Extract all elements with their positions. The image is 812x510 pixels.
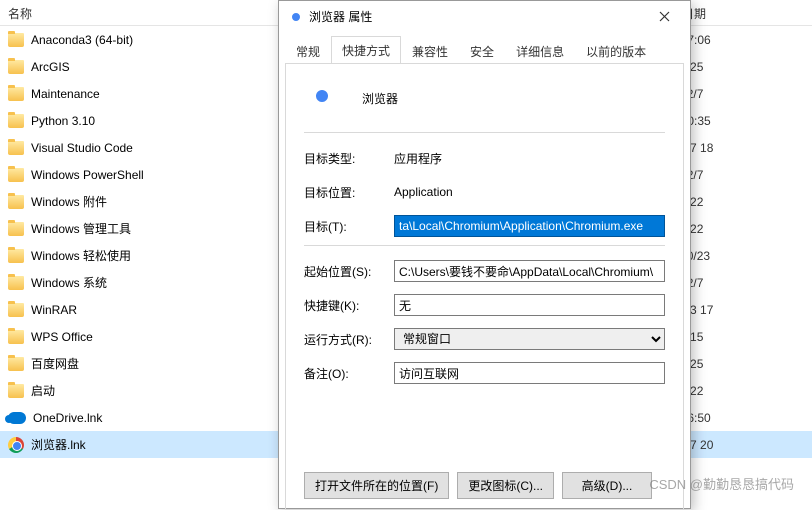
- close-icon: [659, 11, 670, 22]
- tab-安全[interactable]: 安全: [459, 37, 505, 64]
- tab-以前的版本[interactable]: 以前的版本: [575, 37, 657, 64]
- file-name: Windows 系统: [31, 274, 281, 291]
- folder-icon: [8, 276, 24, 290]
- chrome-icon: [8, 437, 24, 453]
- change-icon-button[interactable]: 更改图标(C)...: [457, 472, 554, 499]
- advanced-button[interactable]: 高级(D)...: [562, 472, 652, 499]
- label-start-in: 起始位置(S):: [304, 263, 394, 280]
- close-button[interactable]: [644, 2, 684, 30]
- app-name-input[interactable]: [358, 88, 618, 108]
- folder-icon: [8, 195, 24, 209]
- label-target-location: 目标位置:: [304, 184, 394, 201]
- folder-icon: [8, 60, 24, 74]
- folder-icon: [8, 330, 24, 344]
- select-run-mode[interactable]: 常规窗口: [394, 328, 665, 350]
- file-name: Windows 轻松使用: [31, 247, 281, 264]
- input-target[interactable]: [394, 215, 665, 237]
- file-name: Anaconda3 (64-bit): [31, 33, 281, 47]
- file-name: 启动: [31, 382, 281, 399]
- folder-icon: [8, 114, 24, 128]
- value-target-location: Application: [394, 185, 665, 199]
- tab-详细信息[interactable]: 详细信息: [505, 37, 575, 64]
- tab-兼容性[interactable]: 兼容性: [401, 37, 459, 64]
- folder-icon: [8, 222, 24, 236]
- file-name: Maintenance: [31, 87, 281, 101]
- folder-icon: [8, 249, 24, 263]
- divider: [304, 245, 665, 246]
- label-comment: 备注(O):: [304, 365, 394, 382]
- folder-icon: [8, 87, 24, 101]
- file-name: WPS Office: [31, 330, 281, 344]
- file-name: Windows PowerShell: [31, 168, 281, 182]
- folder-icon: [8, 303, 24, 317]
- tab-strip: 常规快捷方式兼容性安全详细信息以前的版本: [279, 31, 690, 63]
- input-comment[interactable]: [394, 362, 665, 384]
- tab-panel-shortcut: 目标类型: 应用程序 目标位置: Application 目标(T): 起始位置…: [285, 63, 684, 510]
- folder-icon: [8, 33, 24, 47]
- file-name: Python 3.10: [31, 114, 281, 128]
- divider: [304, 132, 665, 133]
- folder-icon: [8, 384, 24, 398]
- value-target-type: 应用程序: [394, 150, 665, 167]
- file-name: WinRAR: [31, 303, 281, 317]
- tab-快捷方式[interactable]: 快捷方式: [331, 36, 401, 64]
- dialog-app-icon: [287, 8, 303, 24]
- file-name: ArcGIS: [31, 60, 281, 74]
- folder-icon: [8, 141, 24, 155]
- file-name: 浏览器.lnk: [31, 436, 281, 453]
- properties-dialog: 浏览器 属性 常规快捷方式兼容性安全详细信息以前的版本 目标类型: 应用程序 目…: [278, 0, 691, 509]
- file-name: Visual Studio Code: [31, 141, 281, 155]
- input-start-in[interactable]: [394, 260, 665, 282]
- file-name: 百度网盘: [31, 355, 281, 372]
- dialog-title: 浏览器 属性: [309, 8, 644, 25]
- label-target-type: 目标类型:: [304, 150, 394, 167]
- label-target: 目标(T):: [304, 218, 394, 235]
- file-name: Windows 管理工具: [31, 220, 281, 237]
- app-large-icon: [308, 82, 340, 114]
- input-shortcut-key[interactable]: [394, 294, 665, 316]
- label-shortcut-key: 快捷键(K):: [304, 297, 394, 314]
- file-name: OneDrive.lnk: [33, 411, 283, 425]
- dialog-titlebar[interactable]: 浏览器 属性: [279, 1, 690, 31]
- tab-常规[interactable]: 常规: [285, 37, 331, 64]
- folder-icon: [8, 168, 24, 182]
- file-name: Windows 附件: [31, 193, 281, 210]
- label-run: 运行方式(R):: [304, 331, 394, 348]
- onedrive-icon: [8, 412, 26, 424]
- open-file-location-button[interactable]: 打开文件所在的位置(F): [304, 472, 449, 499]
- folder-icon: [8, 357, 24, 371]
